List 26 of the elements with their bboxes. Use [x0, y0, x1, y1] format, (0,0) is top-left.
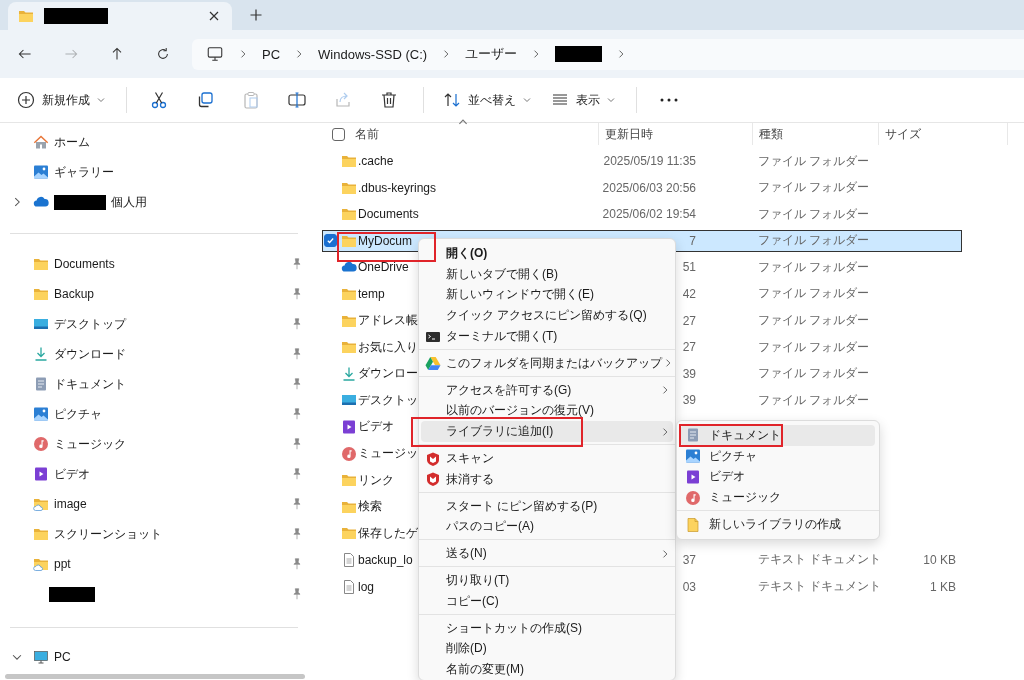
modified-date: 39 [682, 366, 696, 381]
modified-date: 51 [682, 260, 696, 275]
modified-date: 39 [682, 393, 696, 408]
modified-date: 03 [682, 579, 696, 594]
file-type: テキスト ドキュメント [758, 552, 882, 567]
file-type: ファイル フォルダー [758, 286, 870, 301]
file-type: ファイル フォルダー [758, 313, 870, 328]
modified-date: 7 [689, 233, 696, 248]
file-type: ファイル フォルダー [758, 392, 870, 407]
file-size: 10 KB [923, 552, 956, 567]
modified-date: 2025/05/19 11:35 [603, 154, 696, 168]
modified-date: 42 [682, 286, 696, 301]
modified-date: 37 [682, 552, 696, 567]
modified-date: 2025/06/02 19:54 [602, 207, 696, 222]
file-type: ファイル フォルダー [758, 233, 870, 248]
file-type: ファイル フォルダー [758, 339, 870, 354]
file-type: テキスト ドキュメント [758, 579, 882, 593]
file-type: ファイル フォルダー [758, 206, 870, 221]
modified-date: 2025/06/03 20:56 [602, 180, 696, 195]
file-size: 1 KB [930, 579, 956, 594]
file-type: ファイル フォルダー [758, 153, 870, 168]
modified-date: 27 [682, 340, 696, 355]
file-type: ファイル フォルダー [758, 180, 870, 195]
file-type: ファイル フォルダー [758, 366, 870, 381]
file-type: ファイル フォルダー [758, 259, 870, 274]
modified-date: 27 [682, 313, 696, 328]
